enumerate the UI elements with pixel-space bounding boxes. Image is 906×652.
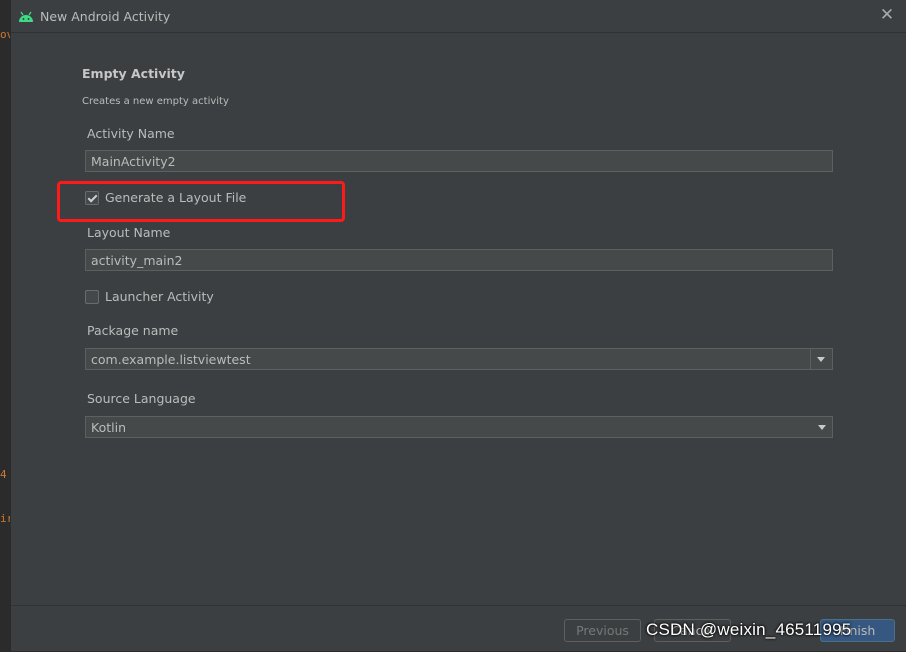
previous-button[interactable]: Previous [564, 619, 641, 642]
activity-name-value: MainActivity2 [91, 154, 176, 169]
generate-layout-label[interactable]: Generate a Layout File [105, 190, 246, 205]
package-name-label: Package name [87, 323, 179, 338]
watermark-text: CSDN @weixin_46511995 [646, 620, 852, 639]
layout-name-value: activity_main2 [91, 253, 183, 268]
close-icon[interactable]: ✕ [879, 6, 895, 24]
launcher-activity-label[interactable]: Launcher Activity [105, 289, 214, 304]
source-language-label: Source Language [87, 391, 196, 406]
layout-name-label: Layout Name [87, 225, 171, 240]
android-icon [19, 11, 33, 22]
editor-background [0, 0, 10, 651]
template-description: Creates a new empty activity [82, 96, 229, 107]
package-name-combobox[interactable]: com.example.listviewtest [85, 348, 833, 370]
dialog-title: New Android Activity [40, 9, 171, 24]
package-name-value: com.example.listviewtest [91, 352, 251, 367]
chevron-down-icon[interactable] [818, 425, 826, 430]
dialog-titlebar: New Android Activity ✕ [11, 0, 906, 33]
activity-name-field[interactable]: MainActivity2 [85, 150, 833, 172]
source-language-select[interactable]: Kotlin [85, 416, 833, 438]
launcher-activity-checkbox[interactable] [85, 290, 99, 304]
layout-name-field[interactable]: activity_main2 [85, 249, 833, 271]
template-heading: Empty Activity [82, 66, 185, 81]
new-activity-dialog: New Android Activity ✕ Empty Activity Cr… [10, 0, 906, 651]
background-code-fragment: 4 [0, 468, 7, 481]
chevron-down-icon[interactable] [810, 349, 832, 369]
generate-layout-checkbox[interactable] [85, 191, 99, 205]
source-language-value: Kotlin [91, 420, 126, 435]
activity-name-label: Activity Name [87, 126, 175, 141]
